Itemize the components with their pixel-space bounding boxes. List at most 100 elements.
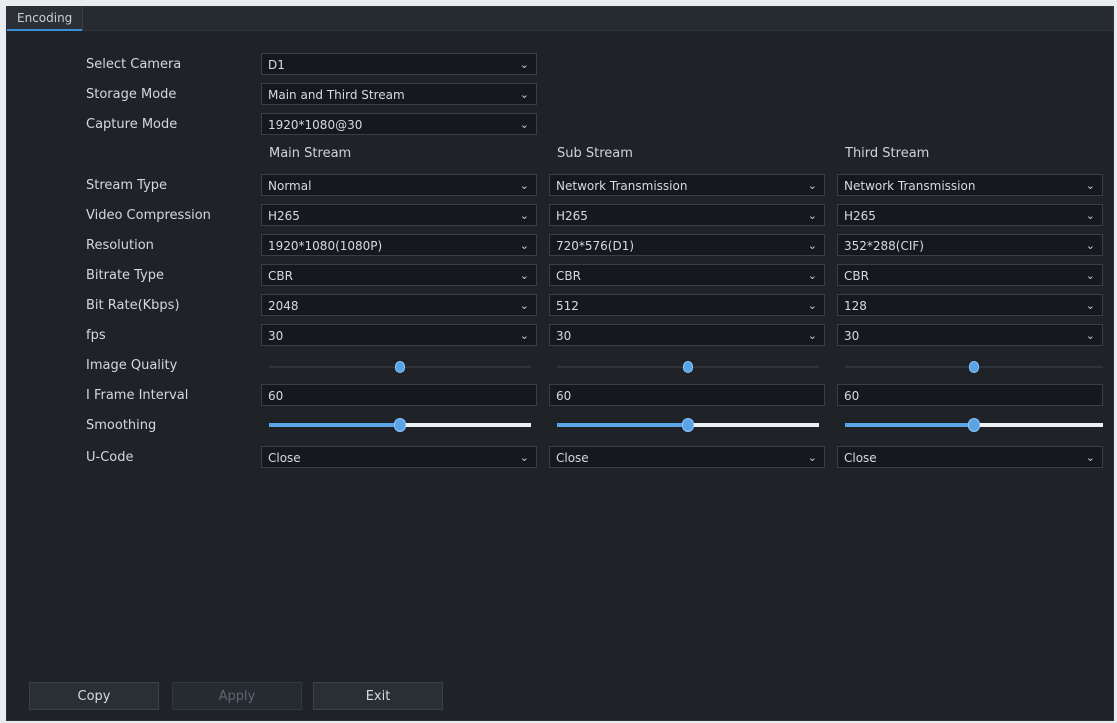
copy-button[interactable]: Copy [29,682,159,710]
chevron-down-icon: ⌄ [1085,239,1095,252]
video-compression-main-value: H265 [268,209,300,223]
bitrate-type-sub-dropdown[interactable]: CBR ⌄ [549,264,825,286]
i-frame-interval-label: I Frame Interval [86,388,189,403]
chevron-down-icon: ⌄ [519,239,529,252]
slider-handle[interactable] [969,361,979,373]
chevron-down-icon: ⌄ [519,179,529,192]
slider-handle[interactable] [968,418,980,432]
select-camera-dropdown[interactable]: D1 ⌄ [261,53,537,75]
tab-encoding[interactable]: Encoding [7,7,84,31]
chevron-down-icon: ⌄ [1085,299,1095,312]
bit-rate-third-value: 128 [844,299,867,313]
fps-third-dropdown[interactable]: 30 ⌄ [837,324,1103,346]
slider-fill [557,423,688,427]
stream-type-main-value: Normal [268,179,312,193]
capture-mode-value: 1920*1080@30 [268,118,363,132]
resolution-main-value: 1920*1080(1080P) [268,239,383,253]
chevron-down-icon: ⌄ [519,118,529,131]
chevron-down-icon: ⌄ [1085,179,1095,192]
exit-button[interactable]: Exit [313,682,443,710]
stream-type-third-dropdown[interactable]: Network Transmission ⌄ [837,174,1103,196]
chevron-down-icon: ⌄ [519,329,529,342]
slider-handle[interactable] [682,418,694,432]
chevron-down-icon: ⌄ [807,299,817,312]
chevron-down-icon: ⌄ [1085,209,1095,222]
image-quality-third-slider[interactable] [845,359,1103,375]
chevron-down-icon: ⌄ [807,209,817,222]
slider-handle[interactable] [395,361,405,373]
fps-sub-dropdown[interactable]: 30 ⌄ [549,324,825,346]
bitrate-type-sub-value: CBR [556,269,581,283]
i-frame-interval-third-input[interactable]: 60 [837,384,1103,406]
bit-rate-label: Bit Rate(Kbps) [86,298,180,313]
smoothing-sub-slider[interactable] [557,417,819,433]
u-code-main-value: Close [268,451,301,465]
u-code-sub-dropdown[interactable]: Close ⌄ [549,446,825,468]
tab-bar: Encoding [7,7,1113,31]
image-quality-main-slider[interactable] [269,359,531,375]
smoothing-main-slider[interactable] [269,417,531,433]
chevron-down-icon: ⌄ [519,269,529,282]
video-compression-sub-dropdown[interactable]: H265 ⌄ [549,204,825,226]
i-frame-interval-main-input[interactable]: 60 [261,384,537,406]
storage-mode-label: Storage Mode [86,87,177,102]
resolution-main-dropdown[interactable]: 1920*1080(1080P) ⌄ [261,234,537,256]
chevron-down-icon: ⌄ [1085,269,1095,282]
chevron-down-icon: ⌄ [519,58,529,71]
u-code-third-value: Close [844,451,877,465]
stream-type-main-dropdown[interactable]: Normal ⌄ [261,174,537,196]
resolution-third-dropdown[interactable]: 352*288(CIF) ⌄ [837,234,1103,256]
capture-mode-dropdown[interactable]: 1920*1080@30 ⌄ [261,113,537,135]
bit-rate-sub-value: 512 [556,299,579,313]
video-compression-label: Video Compression [86,208,211,223]
stream-type-sub-value: Network Transmission [556,179,688,193]
stream-type-sub-dropdown[interactable]: Network Transmission ⌄ [549,174,825,196]
bitrate-type-main-value: CBR [268,269,293,283]
i-frame-interval-sub-input[interactable]: 60 [549,384,825,406]
chevron-down-icon: ⌄ [519,88,529,101]
apply-button[interactable]: Apply [172,682,302,710]
slider-fill [269,423,400,427]
select-camera-label: Select Camera [86,57,182,72]
chevron-down-icon: ⌄ [519,299,529,312]
u-code-third-dropdown[interactable]: Close ⌄ [837,446,1103,468]
column-header-third-stream: Third Stream [845,146,930,161]
bitrate-type-label: Bitrate Type [86,268,165,283]
stream-type-third-value: Network Transmission [844,179,976,193]
resolution-label: Resolution [86,238,154,253]
bitrate-type-main-dropdown[interactable]: CBR ⌄ [261,264,537,286]
bitrate-type-third-dropdown[interactable]: CBR ⌄ [837,264,1103,286]
chevron-down-icon: ⌄ [1085,329,1095,342]
fps-main-dropdown[interactable]: 30 ⌄ [261,324,537,346]
storage-mode-dropdown[interactable]: Main and Third Stream ⌄ [261,83,537,105]
image-quality-sub-slider[interactable] [557,359,819,375]
slider-handle[interactable] [683,361,693,373]
select-camera-value: D1 [268,58,285,72]
capture-mode-label: Capture Mode [86,117,178,132]
fps-third-value: 30 [844,329,860,343]
fps-main-value: 30 [268,329,284,343]
fps-sub-value: 30 [556,329,572,343]
slider-handle[interactable] [394,418,406,432]
storage-mode-value: Main and Third Stream [268,88,405,102]
resolution-sub-dropdown[interactable]: 720*576(D1) ⌄ [549,234,825,256]
video-compression-sub-value: H265 [556,209,588,223]
encoding-window: Encoding Select Camera D1 ⌄ Storage Mode… [6,6,1114,721]
u-code-main-dropdown[interactable]: Close ⌄ [261,446,537,468]
bit-rate-third-dropdown[interactable]: 128 ⌄ [837,294,1103,316]
video-compression-main-dropdown[interactable]: H265 ⌄ [261,204,537,226]
stream-type-label: Stream Type [86,178,168,193]
chevron-down-icon: ⌄ [807,329,817,342]
video-compression-third-dropdown[interactable]: H265 ⌄ [837,204,1103,226]
bit-rate-sub-dropdown[interactable]: 512 ⌄ [549,294,825,316]
chevron-down-icon: ⌄ [1085,451,1095,464]
chevron-down-icon: ⌄ [519,451,529,464]
image-quality-label: Image Quality [86,358,178,373]
bitrate-type-third-value: CBR [844,269,869,283]
bit-rate-main-dropdown[interactable]: 2048 ⌄ [261,294,537,316]
smoothing-third-slider[interactable] [845,417,1103,433]
resolution-third-value: 352*288(CIF) [844,239,924,253]
u-code-sub-value: Close [556,451,589,465]
u-code-label: U-Code [86,450,134,465]
chevron-down-icon: ⌄ [519,209,529,222]
